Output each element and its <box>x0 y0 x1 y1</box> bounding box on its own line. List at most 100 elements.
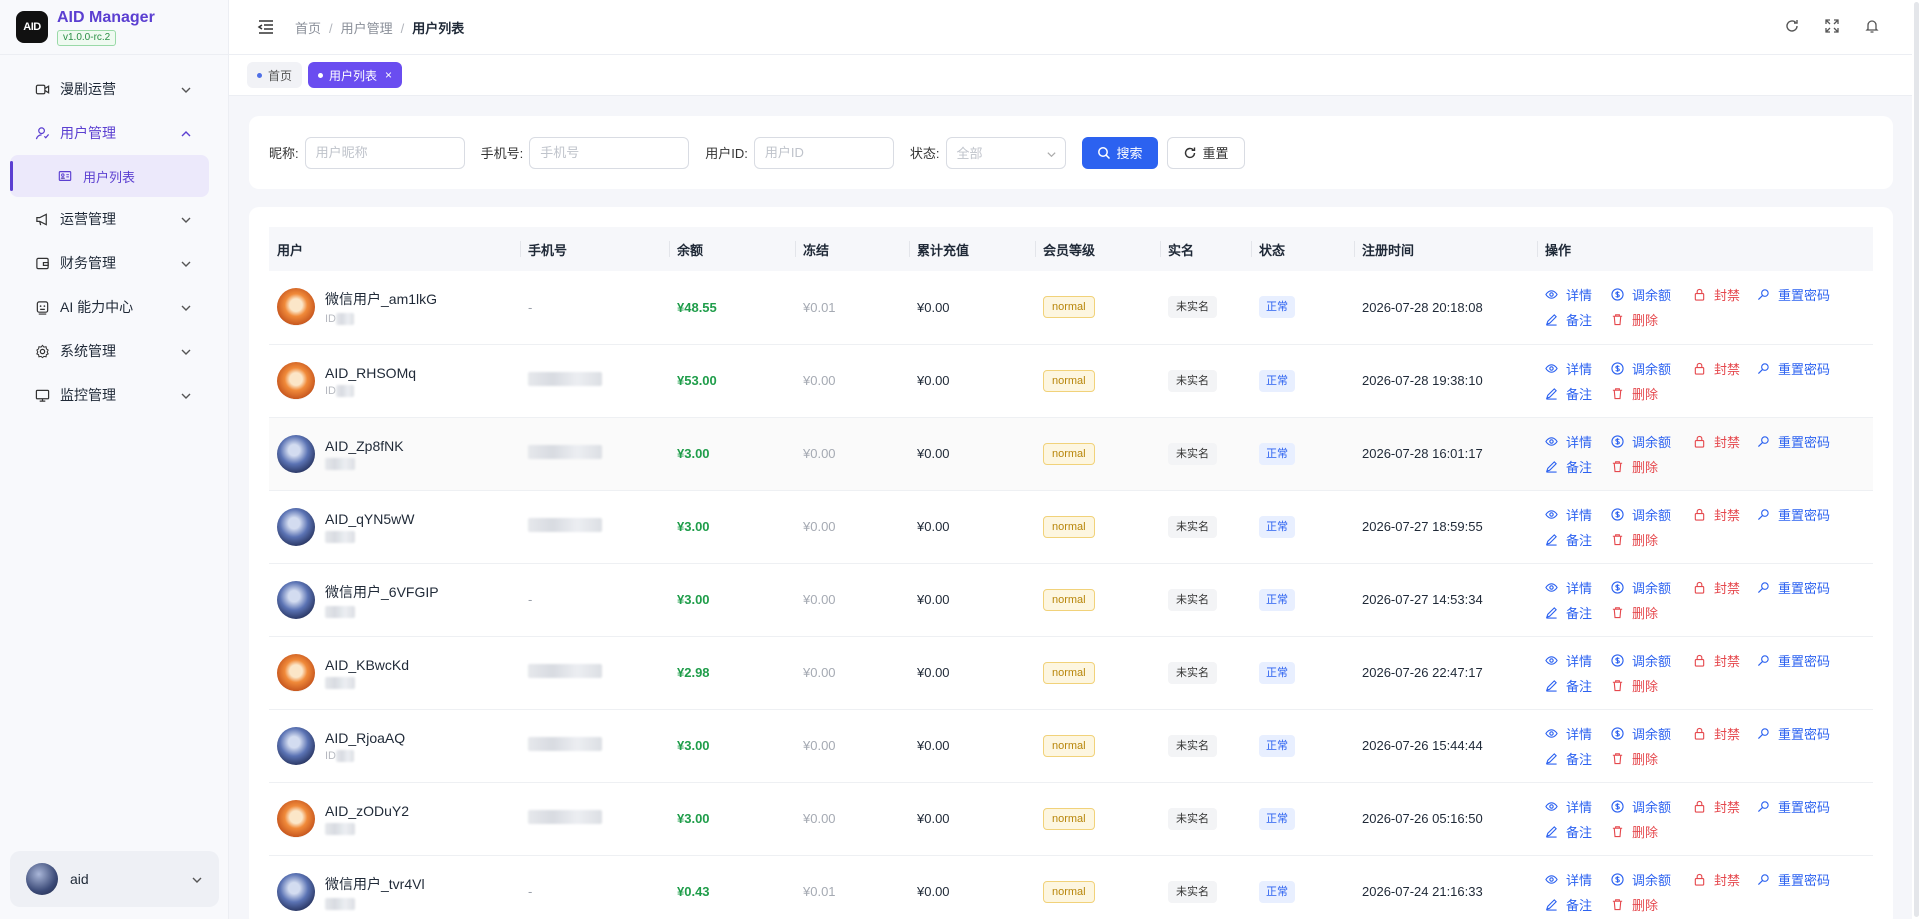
ban-link[interactable]: 封禁 <box>1693 359 1757 378</box>
ban-link[interactable]: 封禁 <box>1693 432 1757 451</box>
delete-link[interactable]: 删除 <box>1611 530 1693 549</box>
table-row[interactable]: 微信用户_tvr4Vl - ¥0.43 ¥0.01 ¥0.00 normal 未实名 正常 20… <box>269 855 1873 919</box>
delete-link[interactable]: 删除 <box>1611 676 1693 695</box>
avatar[interactable] <box>277 361 315 400</box>
detail-link[interactable]: 详情 <box>1545 505 1611 524</box>
remark-link[interactable]: 备注 <box>1545 822 1611 841</box>
delete-link[interactable]: 删除 <box>1611 822 1693 841</box>
adjust-balance-link[interactable]: 调余额 <box>1611 432 1693 451</box>
adjust-balance-link[interactable]: 调余额 <box>1611 578 1693 597</box>
sidebar-item-3[interactable]: 财务管理 <box>0 241 228 285</box>
sidebar-item-5[interactable]: 系统管理 <box>0 329 228 373</box>
ban-link[interactable]: 封禁 <box>1693 870 1757 889</box>
breadcrumb-home[interactable]: 首页 <box>295 21 321 36</box>
avatar[interactable] <box>277 872 315 911</box>
adjust-balance-link[interactable]: 调余额 <box>1611 359 1693 378</box>
reset-password-link[interactable]: 重置密码 <box>1757 505 1873 524</box>
reset-password-link[interactable]: 重置密码 <box>1757 797 1873 816</box>
adjust-balance-link[interactable]: 调余额 <box>1611 285 1693 304</box>
sidebar-item-2[interactable]: 运营管理 <box>0 197 228 241</box>
table-row[interactable]: AID_zODuY2 ¥3.00 ¥0.00 ¥0.00 normal 未实名 正常 2026… <box>269 782 1873 856</box>
table-row[interactable]: 微信用户_am1lkG ID - ¥48.55 ¥0.01 ¥0.00 normal 未实名 正… <box>269 271 1873 345</box>
ban-link[interactable]: 封禁 <box>1693 651 1757 670</box>
adjust-balance-link[interactable]: 调余额 <box>1611 651 1693 670</box>
delete-link[interactable]: 删除 <box>1611 384 1693 403</box>
delete-link[interactable]: 删除 <box>1611 310 1693 329</box>
ban-link[interactable]: 封禁 <box>1693 578 1757 597</box>
delete-link[interactable]: 删除 <box>1611 603 1693 622</box>
table-row[interactable]: AID_qYN5wW ¥3.00 ¥0.00 ¥0.00 normal 未实名 正常 2026… <box>269 490 1873 564</box>
reset-button[interactable]: 重置 <box>1166 136 1245 169</box>
remark-link[interactable]: 备注 <box>1545 895 1611 914</box>
adjust-balance-link[interactable]: 调余额 <box>1611 870 1693 889</box>
detail-link[interactable]: 详情 <box>1545 285 1611 304</box>
reset-password-link[interactable]: 重置密码 <box>1757 285 1873 304</box>
delete-link[interactable]: 删除 <box>1611 749 1693 768</box>
nickname-input[interactable] <box>304 136 465 169</box>
table-row[interactable]: AID_KBwcKd ¥2.98 ¥0.00 ¥0.00 normal 未实名 正常 2026… <box>269 636 1873 710</box>
reset-password-link[interactable]: 重置密码 <box>1757 651 1873 670</box>
reset-password-link[interactable]: 重置密码 <box>1757 578 1873 597</box>
remark-link[interactable]: 备注 <box>1545 384 1611 403</box>
avatar[interactable] <box>277 653 315 692</box>
phone-input[interactable] <box>529 136 690 169</box>
reset-password-link[interactable]: 重置密码 <box>1757 359 1873 378</box>
table-row[interactable]: AID_Zp8fNK ¥3.00 ¥0.00 ¥0.00 normal 未实名 正常 2026… <box>269 417 1873 491</box>
avatar[interactable] <box>277 507 315 546</box>
ban-link[interactable]: 封禁 <box>1693 797 1757 816</box>
tab-user-list[interactable]: 用户列表 × <box>308 62 403 88</box>
table-row[interactable]: AID_RHSOMq ID ¥53.00 ¥0.00 ¥0.00 normal 未实名 正常 2… <box>269 344 1873 418</box>
status-select[interactable]: 全部 <box>945 136 1066 169</box>
reset-password-link[interactable]: 重置密码 <box>1757 724 1873 743</box>
scrollbar[interactable] <box>1912 0 1920 919</box>
tab-home[interactable]: 首页 <box>247 62 303 88</box>
detail-link[interactable]: 详情 <box>1545 651 1611 670</box>
remark-link[interactable]: 备注 <box>1545 530 1611 549</box>
ban-link[interactable]: 封禁 <box>1693 285 1757 304</box>
avatar[interactable] <box>277 799 315 838</box>
adjust-balance-link[interactable]: 调余额 <box>1611 505 1693 524</box>
close-icon[interactable]: × <box>385 68 392 82</box>
userid-input[interactable] <box>753 136 894 169</box>
avatar[interactable] <box>277 288 315 327</box>
menu-fold-icon[interactable] <box>257 18 275 36</box>
remark-link[interactable]: 备注 <box>1545 603 1611 622</box>
remark-link[interactable]: 备注 <box>1545 676 1611 695</box>
bell-icon[interactable] <box>1864 18 1880 34</box>
detail-link[interactable]: 详情 <box>1545 578 1611 597</box>
user-card[interactable]: aid <box>10 851 219 907</box>
detail-link[interactable]: 详情 <box>1545 359 1611 378</box>
adjust-balance-link[interactable]: 调余额 <box>1611 724 1693 743</box>
table-row[interactable]: AID_RjoaAQ ID ¥3.00 ¥0.00 ¥0.00 normal 未实名 正常 20… <box>269 709 1873 783</box>
sidebar-item-6[interactable]: 监控管理 <box>0 373 228 417</box>
sidebar-item-1[interactable]: 用户管理 <box>0 111 228 155</box>
sidebar-subitem-user-list[interactable]: 用户列表 <box>10 155 209 197</box>
detail-link[interactable]: 详情 <box>1545 870 1611 889</box>
detail-link[interactable]: 详情 <box>1545 724 1611 743</box>
remark-link[interactable]: 备注 <box>1545 457 1611 476</box>
search-button[interactable]: 搜索 <box>1081 136 1158 169</box>
ban-link[interactable]: 封禁 <box>1693 505 1757 524</box>
adjust-balance-link[interactable]: 调余额 <box>1611 797 1693 816</box>
reset-password-link[interactable]: 重置密码 <box>1757 870 1873 889</box>
delete-link[interactable]: 删除 <box>1611 895 1693 914</box>
scrollbar-thumb[interactable] <box>1914 2 1919 917</box>
reset-password-link[interactable]: 重置密码 <box>1757 432 1873 451</box>
avatar[interactable] <box>277 434 315 473</box>
breadcrumb-user-mgmt[interactable]: 用户管理 <box>341 21 393 36</box>
detail-link[interactable]: 详情 <box>1545 797 1611 816</box>
fullscreen-icon[interactable] <box>1824 18 1840 34</box>
table-row[interactable]: 微信用户_6VFGIP - ¥3.00 ¥0.00 ¥0.00 normal 未实名 正常 20… <box>269 563 1873 637</box>
app-logo[interactable]: AID <box>16 11 48 43</box>
avatar[interactable] <box>277 580 315 619</box>
detail-link-label: 详情 <box>1566 361 1593 377</box>
avatar[interactable] <box>277 726 315 765</box>
ban-link[interactable]: 封禁 <box>1693 724 1757 743</box>
sidebar-item-4[interactable]: AI 能力中心 <box>0 285 228 329</box>
remark-link[interactable]: 备注 <box>1545 749 1611 768</box>
sidebar-item-0[interactable]: 漫剧运营 <box>0 67 228 111</box>
delete-link[interactable]: 删除 <box>1611 457 1693 476</box>
refresh-icon[interactable] <box>1784 18 1800 34</box>
remark-link[interactable]: 备注 <box>1545 310 1611 329</box>
detail-link[interactable]: 详情 <box>1545 432 1611 451</box>
